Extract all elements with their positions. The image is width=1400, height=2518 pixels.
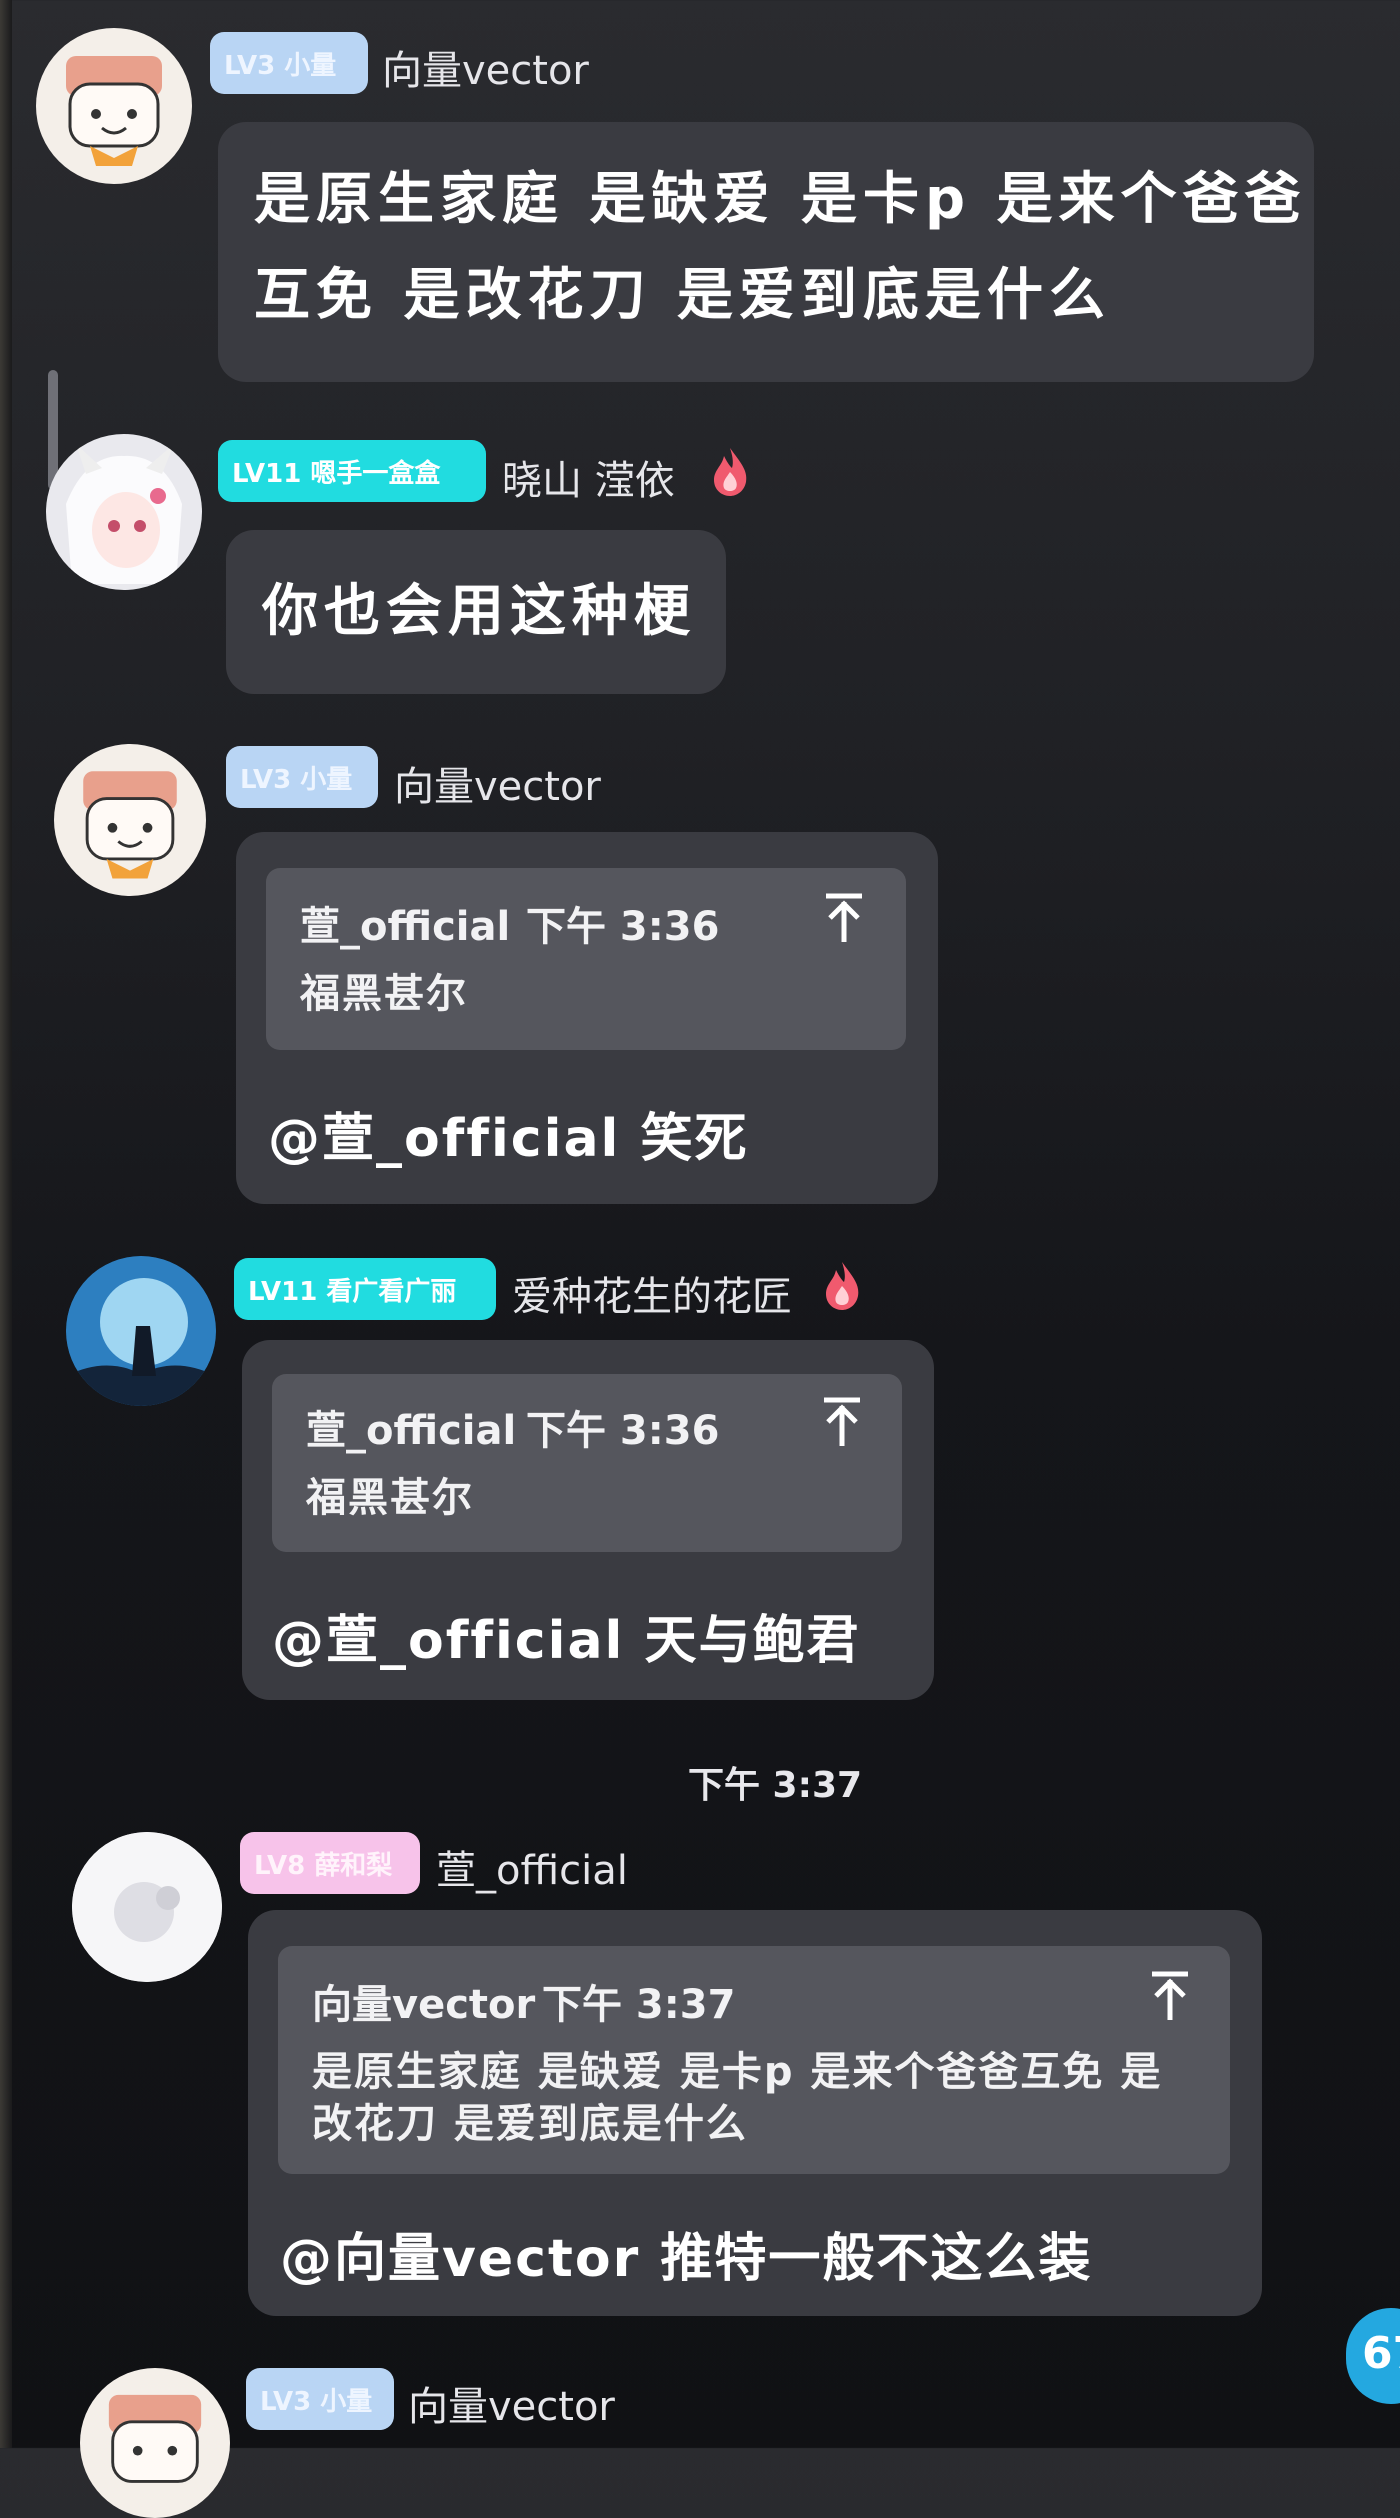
timestamp: 下午 3:37 — [688, 1765, 863, 1806]
flame-icon — [714, 448, 747, 496]
level-badge: LV3 小量 — [210, 32, 368, 94]
arrow-up-icon[interactable] — [822, 892, 866, 944]
message-text: @向量vector 推特一般不这么装 — [280, 2229, 1093, 2289]
level-badge: LV3 小量 — [246, 2368, 394, 2430]
quote-author: 向量vector — [312, 1982, 536, 2028]
message-bubble[interactable]: 你也会用这种梗 — [226, 530, 726, 694]
arrow-up-icon[interactable] — [820, 1396, 864, 1448]
username[interactable]: 向量vector — [408, 2374, 615, 2432]
quote-text-line: 是原生家庭 是缺爱 是卡p 是来个爸爸互免 是 — [312, 2049, 1163, 2095]
avatar-icon — [108, 2394, 202, 2483]
username[interactable]: 向量vector — [394, 754, 601, 812]
avatar-icon — [66, 56, 162, 166]
message-bubble[interactable]: 萱_official 下午 3:36 福黑甚尔 @萱_official 笑死 — [236, 832, 938, 1204]
quote-time: 下午 3:36 — [526, 904, 720, 950]
flame-icon — [826, 1262, 859, 1310]
quote-time: 下午 3:36 — [526, 1408, 720, 1454]
quoted-message[interactable]: 萱_official 下午 3:36 福黑甚尔 — [266, 868, 906, 1050]
username[interactable]: 萱_official — [436, 1838, 628, 1896]
unread-count: 67 — [1362, 2328, 1400, 2379]
avatar-icon — [66, 444, 182, 584]
username[interactable]: 向量vector — [382, 38, 589, 96]
level-badge: LV11 嗯手一盒盒 — [218, 440, 486, 502]
quote-time: 下午 3:37 — [542, 1982, 736, 2028]
message-bubble[interactable]: 是原生家庭 是缺爱 是卡p 是来个爸爸 互免 是改花刀 是爱到底是什么 — [218, 122, 1314, 382]
unread-count-badge[interactable]: 67 — [1346, 2308, 1400, 2404]
level-badge: LV3 小量 — [226, 746, 378, 808]
arrow-up-icon[interactable] — [1148, 1970, 1192, 2022]
username[interactable]: 晓山 滢依 — [502, 448, 675, 506]
message-text-line: 是原生家庭 是缺爱 是卡p 是来个爸爸 — [254, 167, 1307, 232]
username[interactable]: 爱种花生的花匠 — [512, 1264, 792, 1322]
avatar[interactable] — [80, 2368, 230, 2518]
quote-author: 萱_official — [300, 904, 511, 950]
avatar[interactable] — [72, 1832, 222, 1982]
message-text: @萱_official 天与鲍君 — [272, 1611, 861, 1671]
quoted-message[interactable]: 萱_official 下午 3:36 福黑甚尔 — [272, 1374, 902, 1552]
message-text-line: 互免 是改花刀 是爱到底是什么 — [254, 263, 1111, 328]
level-badge: LV8 薛和梨 — [240, 1832, 420, 1894]
avatar-icon — [83, 771, 177, 879]
message-text: 你也会用这种梗 — [262, 579, 696, 644]
avatar-icon — [66, 1256, 216, 1406]
quote-author: 萱_official — [306, 1408, 517, 1454]
quote-text: 福黑甚尔 — [300, 971, 468, 1017]
avatar[interactable] — [66, 1256, 216, 1406]
avatar[interactable] — [36, 28, 192, 184]
quote-text-line: 改花刀 是爱到底是什么 — [312, 2101, 748, 2147]
message-bubble[interactable]: 萱_official 下午 3:36 福黑甚尔 @萱_official 天与鲍君 — [242, 1340, 934, 1700]
message-bubble[interactable]: 向量vector 下午 3:37 是原生家庭 是缺爱 是卡p 是来个爸爸互免 是… — [248, 1910, 1262, 2316]
quote-text: 福黑甚尔 — [306, 1475, 474, 1521]
quoted-message[interactable]: 向量vector 下午 3:37 是原生家庭 是缺爱 是卡p 是来个爸爸互免 是… — [278, 1946, 1230, 2174]
level-badge: LV11 看广看广丽 — [234, 1258, 496, 1320]
avatar[interactable] — [54, 744, 206, 896]
screen-edge — [0, 0, 12, 2448]
avatar-icon — [72, 1832, 222, 1982]
message-text: @萱_official 笑死 — [268, 1109, 749, 1169]
avatar[interactable] — [46, 434, 202, 590]
